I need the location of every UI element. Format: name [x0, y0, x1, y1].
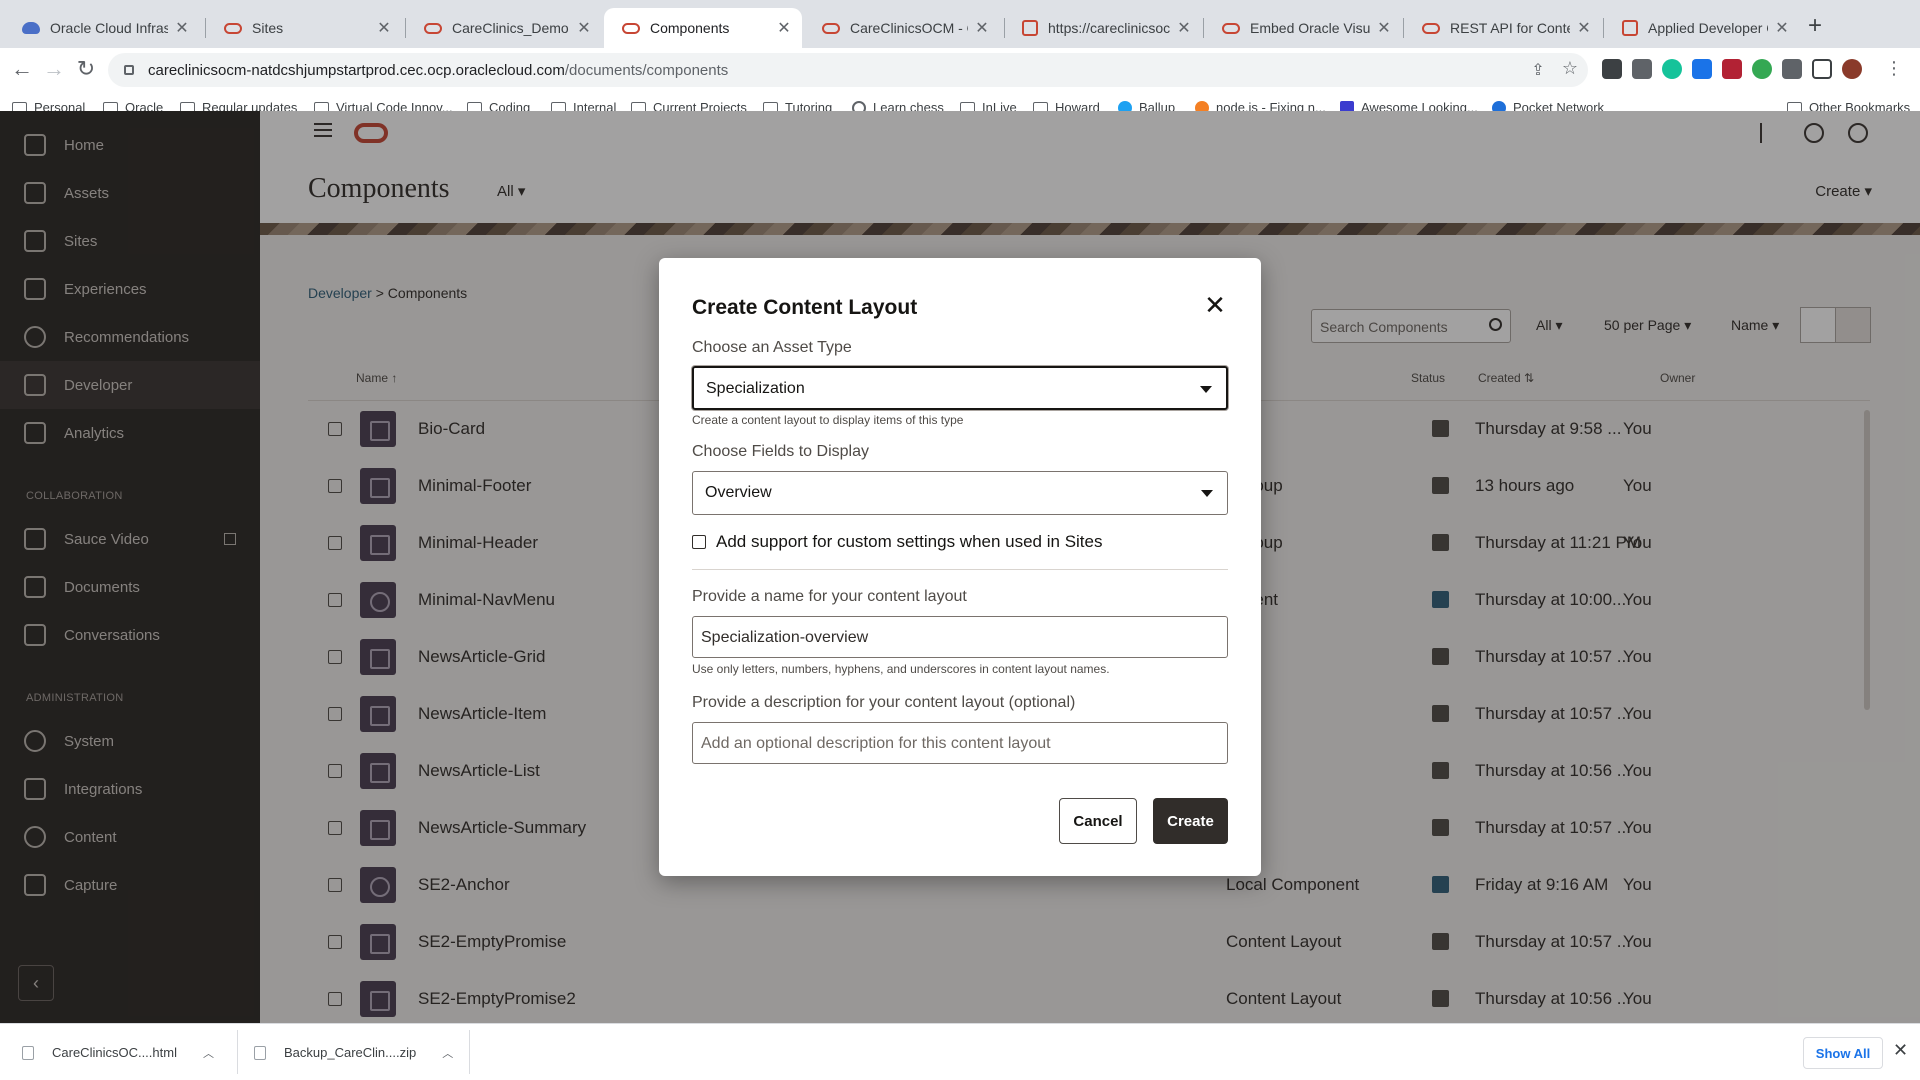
reload-icon[interactable]: ↻ [72, 56, 100, 82]
oracle-icon [1422, 22, 1440, 34]
browser-tab[interactable]: Oracle Cloud Infrastructu ✕ [4, 8, 200, 48]
fields-select[interactable]: Overview [692, 471, 1228, 515]
url-path: /documents/components [564, 61, 729, 79]
oracle-icon [224, 22, 242, 34]
chevron-up-icon[interactable]: ︿ [442, 1045, 453, 1061]
browser-tab[interactable]: Embed Oracle Visual Bu ✕ [1204, 8, 1402, 48]
browser-tab[interactable]: CareClinics_Demo - Ora ✕ [406, 8, 602, 48]
close-tab-icon[interactable]: ✕ [1576, 18, 1592, 38]
description-placeholder: Add an optional description for this con… [701, 735, 1051, 752]
tab-title: Embed Oracle Visual Bu [1250, 20, 1370, 36]
caret-down-icon [1200, 386, 1212, 393]
create-content-layout-dialog: Create Content Layout ✕ Choose an Asset … [659, 258, 1261, 876]
browser-tab[interactable]: Applied Developer Cou ✕ [1604, 8, 1800, 48]
tab-title: Components [650, 20, 730, 36]
tab-title: Applied Developer Cou [1648, 20, 1768, 36]
close-icon[interactable]: ✕ [1201, 292, 1229, 320]
flag-icon[interactable] [1722, 59, 1742, 79]
close-tab-icon[interactable]: ✕ [576, 18, 592, 38]
file-icon [254, 1045, 266, 1060]
oracle-icon [1622, 20, 1638, 36]
download-filename: Backup_CareClin....zip [284, 1045, 417, 1060]
download-filename: CareClinicsOC....html [52, 1045, 177, 1060]
layout-name-input[interactable]: Specialization-overview [692, 616, 1228, 658]
layout-name-value: Specialization-overview [701, 629, 869, 646]
close-tab-icon[interactable]: ✕ [974, 18, 990, 38]
asset-type-label: Choose an Asset Type [692, 339, 852, 356]
share-icon[interactable]: ⇪ [1524, 60, 1552, 80]
close-tab-icon[interactable]: ✕ [174, 18, 190, 38]
grammarly-icon[interactable] [1662, 59, 1682, 79]
custom-settings-checkbox[interactable] [692, 535, 706, 549]
divider [692, 569, 1228, 570]
browser-tab[interactable]: REST API for Content D ✕ [1404, 8, 1602, 48]
browser-tab[interactable]: CareClinicsOCM - Oracl ✕ [804, 8, 1000, 48]
extension-icon[interactable] [1632, 59, 1652, 79]
description-input[interactable]: Add an optional description for this con… [692, 722, 1228, 764]
show-all-button[interactable]: Show All [1803, 1037, 1883, 1069]
close-tab-icon[interactable]: ✕ [376, 18, 392, 38]
oracle-icon [822, 22, 840, 34]
sidepanel-icon[interactable] [1812, 59, 1832, 79]
tab-title: Sites [252, 20, 284, 36]
chevron-up-icon[interactable]: ︿ [203, 1045, 214, 1061]
forward-icon[interactable]: → [40, 56, 68, 82]
show-all-label: Show All [1815, 1045, 1871, 1061]
star-icon[interactable]: ☆ [1556, 58, 1584, 79]
tab-title: Oracle Cloud Infrastructu [50, 20, 168, 36]
oracle-icon [424, 22, 442, 34]
tab-title: CareClinics_Demo - Ora [452, 20, 570, 36]
lock-icon [124, 65, 134, 75]
download-icon[interactable] [1692, 59, 1712, 79]
close-tab-icon[interactable]: ✕ [1176, 18, 1192, 38]
browser-tab-bar: Oracle Cloud Infrastructu ✕ Sites ✕ Care… [0, 0, 1920, 48]
close-tab-icon[interactable]: ✕ [776, 18, 792, 38]
oracle-icon [622, 22, 640, 34]
cancel-button[interactable]: Cancel [1059, 798, 1137, 844]
oracle-icon [1022, 20, 1038, 36]
browser-tab-active[interactable]: Components ✕ [604, 8, 802, 48]
tab-title: CareClinicsOCM - Oracl [850, 20, 968, 36]
caret-down-icon [1201, 490, 1213, 497]
back-icon[interactable]: ← [8, 56, 36, 82]
layout-name-label: Provide a name for your content layout [692, 588, 967, 605]
asset-type-value: Specialization [706, 380, 805, 397]
close-tab-icon[interactable]: ✕ [1774, 18, 1790, 38]
button-label: Create [1167, 812, 1214, 830]
extension-icon[interactable] [1602, 59, 1622, 79]
download-item[interactable]: Backup_CareClin....zip ︿ [254, 1024, 453, 1080]
browser-tab[interactable]: Sites ✕ [206, 8, 402, 48]
chrome-file-icon [22, 1045, 34, 1060]
fields-value: Overview [705, 484, 772, 501]
fields-label: Choose Fields to Display [692, 443, 869, 460]
button-label: Cancel [1073, 812, 1123, 830]
address-bar[interactable]: careclinicsocm-natdcshjumpstartprod.cec.… [108, 53, 1588, 87]
puzzle-icon[interactable] [1782, 59, 1802, 79]
asset-type-help: Create a content layout to display items… [692, 413, 964, 427]
oracle-icon [1222, 22, 1240, 34]
asset-type-select[interactable]: Specialization [692, 366, 1228, 410]
custom-settings-label[interactable]: Add support for custom settings when use… [716, 532, 1102, 552]
create-button[interactable]: Create [1153, 798, 1228, 844]
tab-title: REST API for Content D [1450, 20, 1570, 36]
description-label: Provide a description for your content l… [692, 694, 1076, 711]
download-item[interactable]: CareClinicsOC....html ︿ [22, 1024, 214, 1080]
close-icon[interactable]: ✕ [1893, 1040, 1908, 1061]
layout-name-help: Use only letters, numbers, hyphens, and … [692, 662, 1110, 676]
download-shelf: CareClinicsOC....html ︿ Backup_CareClin.… [0, 1023, 1920, 1080]
avatar[interactable] [1842, 59, 1862, 79]
browser-toolbar: ← → ↻ careclinicsocm-natdcshjumpstartpro… [0, 48, 1920, 92]
url-host: careclinicsocm-natdcshjumpstartprod.cec.… [148, 61, 565, 79]
new-tab-button[interactable]: + [1808, 12, 1822, 40]
cloud-icon [22, 22, 40, 34]
dialog-title: Create Content Layout [692, 296, 918, 319]
close-tab-icon[interactable]: ✕ [1376, 18, 1392, 38]
more-icon[interactable]: ⋮ [1880, 58, 1908, 79]
browser-tab[interactable]: https://careclinicsocm-n ✕ [1004, 8, 1202, 48]
tab-title: https://careclinicsocm-n [1048, 20, 1170, 36]
extension-icon[interactable] [1752, 59, 1772, 79]
